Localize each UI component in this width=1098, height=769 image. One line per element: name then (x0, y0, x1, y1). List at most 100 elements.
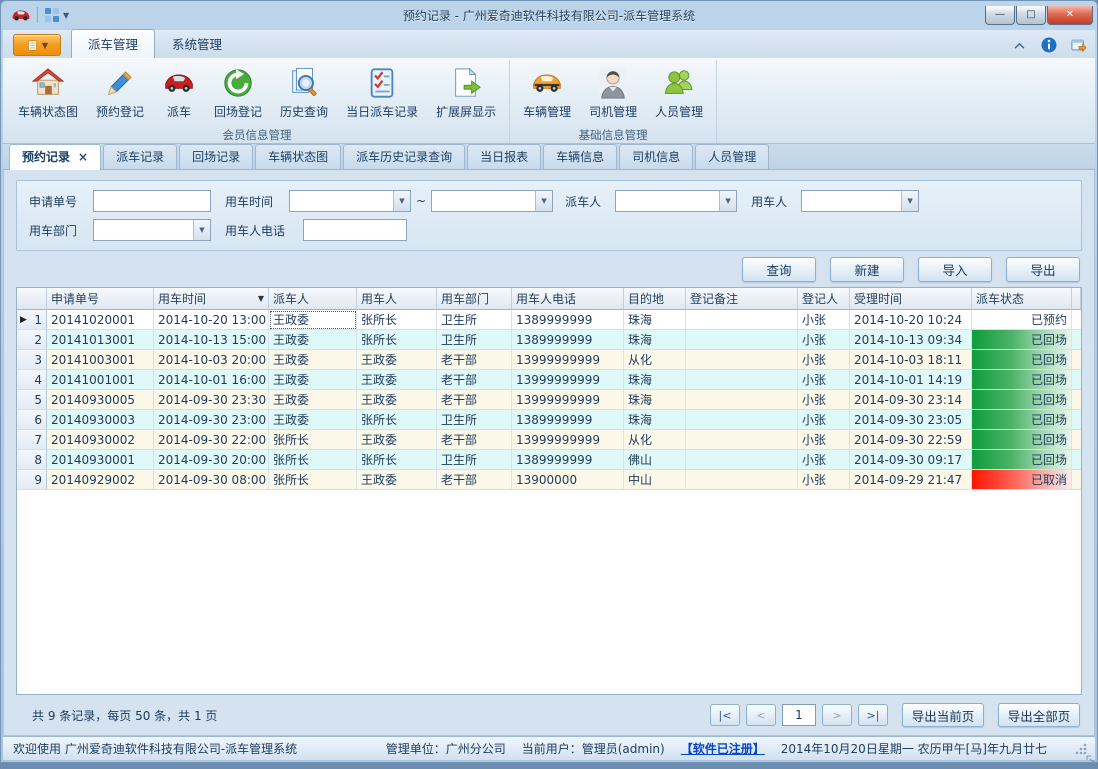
return-register-button[interactable]: 回场登记 (205, 62, 271, 126)
table-row[interactable]: ▶1201410200012014-10-20 13:00王政委张所长卫生所13… (17, 310, 1081, 330)
cell (686, 430, 798, 450)
row-indicator: 9 (17, 470, 47, 490)
export-current-page-button[interactable]: 导出当前页 (902, 703, 984, 727)
table-row[interactable]: 6201409300032014-09-30 23:00王政委张所长卫生所138… (17, 410, 1081, 430)
user-phone-input[interactable] (303, 219, 407, 241)
vehicle-manage-button[interactable]: 车辆管理 (514, 62, 580, 126)
app-menu-button[interactable]: ▼ (13, 34, 61, 56)
doc-tab[interactable]: 车辆状态图 (255, 144, 341, 169)
dropdown-arrow-icon[interactable]: ▼ (719, 191, 736, 211)
person-manage-button[interactable]: 人员管理 (646, 62, 712, 126)
table-row[interactable]: 4201410010012014-10-01 16:00王政委王政委老干部139… (17, 370, 1081, 390)
user-combo[interactable]: ▼ (801, 190, 919, 212)
cell: 20140929002 (47, 470, 154, 490)
today-dispatch-record-button[interactable]: 当日派车记录 (337, 62, 427, 126)
doc-tab[interactable]: 人员管理 (695, 144, 769, 169)
dropdown-arrow-icon[interactable]: ▼ (193, 220, 210, 240)
export-button[interactable]: 导出 (1006, 257, 1080, 282)
table-row[interactable]: 7201409300022014-09-30 22:00张所长王政委老干部139… (17, 430, 1081, 450)
dropdown-arrow-icon[interactable]: ▼ (393, 191, 410, 211)
doc-tab[interactable]: 派车历史记录查询 (343, 144, 465, 169)
cell: 王政委 (357, 350, 437, 370)
close-button[interactable]: ✕ (1047, 6, 1093, 25)
row-number: 8 (34, 453, 42, 467)
doc-tab[interactable]: 派车记录 (103, 144, 177, 169)
row-stub (1072, 370, 1081, 390)
column-header[interactable]: 用车时间▼ (154, 288, 269, 310)
table-row[interactable]: 5201409300052014-09-30 23:30王政委王政委老干部139… (17, 390, 1081, 410)
next-page-button[interactable]: > (822, 704, 852, 726)
cell: 13999999999 (512, 430, 624, 450)
driver-manage-button[interactable]: 司机管理 (580, 62, 646, 126)
column-header[interactable]: 用车人电话 (512, 288, 624, 310)
group-label: 基础信息管理 (514, 126, 712, 143)
cell: 2014-09-30 09:17 (850, 450, 972, 470)
cell: 卫生所 (437, 330, 512, 350)
column-header[interactable]: 受理时间 (850, 288, 972, 310)
cell: 2014-10-01 14:19 (850, 370, 972, 390)
ribbon-tab-system[interactable]: 系统管理 (155, 29, 239, 58)
table-row[interactable]: 8201409300012014-09-30 20:00张所长张所长卫生所138… (17, 450, 1081, 470)
ribbon-tab-dispatch[interactable]: 派车管理 (71, 29, 155, 59)
reservation-register-button[interactable]: 预约登记 (87, 62, 153, 126)
column-header[interactable]: 申请单号 (47, 288, 154, 310)
column-header[interactable]: 派车人 (269, 288, 357, 310)
order-no-input[interactable] (93, 190, 211, 212)
ribbon-tab-row: ▼ 派车管理 系统管理 (3, 30, 1095, 58)
export-all-pages-button[interactable]: 导出全部页 (998, 703, 1080, 727)
table-row[interactable]: 2201410130012014-10-13 15:00王政委张所长卫生所138… (17, 330, 1081, 350)
column-header[interactable]: 用车人 (357, 288, 437, 310)
quick-access-caret-icon[interactable]: ▼ (63, 11, 69, 20)
driver-icon (596, 66, 630, 100)
dropdown-arrow-icon[interactable]: ▼ (535, 191, 552, 211)
new-button[interactable]: 新建 (830, 257, 904, 282)
doc-tab[interactable]: 司机信息 (619, 144, 693, 169)
quick-access-grid-icon[interactable] (44, 7, 60, 23)
pager: |< < > >| 导出当前页 导出全部页 (710, 703, 1080, 727)
query-button[interactable]: 查询 (742, 257, 816, 282)
ribbon-right-icons (1011, 37, 1087, 58)
prev-page-button[interactable]: < (746, 704, 776, 726)
column-header[interactable]: 目的地 (624, 288, 686, 310)
window-controls: — □ ✕ (984, 6, 1093, 25)
use-time-from-combo[interactable]: ▼ (289, 190, 411, 212)
close-tab-icon[interactable]: × (78, 152, 88, 162)
cell: 从化 (624, 430, 686, 450)
help-icon[interactable] (1041, 37, 1057, 53)
column-label: 派车状态 (976, 290, 1024, 307)
table-row[interactable]: 9201409290022014-09-30 08:00张所长王政委老干部139… (17, 470, 1081, 490)
column-label: 用车时间 (158, 290, 206, 307)
license-link[interactable]: 【软件已注册】 (681, 740, 765, 757)
doc-tab[interactable]: 回场记录 (179, 144, 253, 169)
style-icon[interactable] (1071, 37, 1087, 53)
dispatch-button[interactable]: 派车 (153, 62, 205, 126)
doc-tab[interactable]: 当日报表 (467, 144, 541, 169)
collapse-ribbon-icon[interactable] (1011, 37, 1027, 53)
doc-tab[interactable]: 预约记录× (9, 144, 101, 170)
last-page-button[interactable]: >| (858, 704, 888, 726)
table-row[interactable]: 3201410030012014-10-03 20:00王政委王政委老干部139… (17, 350, 1081, 370)
cell: 2014-10-01 16:00 (154, 370, 269, 390)
history-query-button[interactable]: 历史查询 (271, 62, 337, 126)
page-number-input[interactable] (782, 704, 816, 726)
doc-tab[interactable]: 车辆信息 (543, 144, 617, 169)
use-time-to-combo[interactable]: ▼ (431, 190, 553, 212)
dialog-launcher-icon[interactable] (1086, 750, 1096, 760)
vehicle-status-chart-button[interactable]: 车辆状态图 (9, 62, 87, 126)
maximize-button[interactable]: □ (1016, 6, 1046, 25)
group-label: 会员信息管理 (9, 126, 505, 143)
cell: 2014-09-30 23:30 (154, 390, 269, 410)
column-header[interactable]: 登记人 (798, 288, 850, 310)
first-page-button[interactable]: |< (710, 704, 740, 726)
app-car-icon[interactable] (11, 7, 31, 23)
dropdown-arrow-icon[interactable]: ▼ (901, 191, 918, 211)
department-combo[interactable]: ▼ (93, 219, 211, 241)
minimize-button[interactable]: — (985, 6, 1015, 25)
import-button[interactable]: 导入 (918, 257, 992, 282)
extended-screen-button[interactable]: 扩展屏显示 (427, 62, 505, 126)
dispatcher-combo[interactable]: ▼ (615, 190, 737, 212)
cell: 王政委 (357, 390, 437, 410)
column-header[interactable]: 派车状态 (972, 288, 1072, 310)
column-header[interactable]: 登记备注 (686, 288, 798, 310)
column-header[interactable]: 用车部门 (437, 288, 512, 310)
